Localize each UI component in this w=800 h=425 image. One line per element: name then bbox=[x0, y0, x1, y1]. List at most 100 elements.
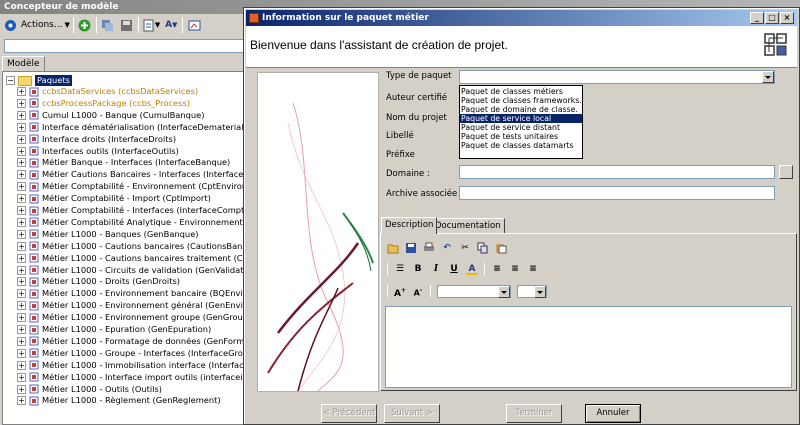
dropdown-option[interactable]: Paquet de classes métiers bbox=[460, 87, 582, 96]
browse-domaine-button[interactable] bbox=[779, 165, 793, 179]
expand-icon[interactable]: + bbox=[17, 313, 26, 323]
tree-item[interactable]: + Métier Comptabilité - Interfaces (Inter… bbox=[17, 205, 249, 216]
actions-menu-button[interactable]: Actions... ▼ bbox=[21, 16, 70, 34]
expand-icon[interactable]: + bbox=[17, 98, 26, 108]
paste-icon[interactable] bbox=[495, 242, 507, 254]
document-icon[interactable]: ▼ bbox=[142, 16, 160, 34]
domaine-input[interactable] bbox=[459, 165, 775, 179]
dropdown-option[interactable]: Paquet de service local bbox=[460, 114, 582, 123]
expand-icon[interactable]: + bbox=[17, 206, 26, 215]
expand-icon[interactable]: + bbox=[17, 348, 26, 358]
expand-icon[interactable]: + bbox=[17, 301, 26, 311]
bold-button[interactable]: B bbox=[412, 263, 424, 275]
tree-item[interactable]: + Métier L1000 - Circuits de validation (… bbox=[17, 265, 249, 276]
dropdown-option[interactable]: Paquet de classes datamarts bbox=[460, 141, 582, 150]
view-icon[interactable] bbox=[186, 16, 202, 34]
expand-icon[interactable]: + bbox=[17, 110, 26, 120]
dropdown-option[interactable]: Paquet de service distant bbox=[460, 123, 582, 132]
chevron-down-icon[interactable] bbox=[534, 285, 546, 298]
expand-icon[interactable]: + bbox=[17, 134, 26, 144]
tree-item[interactable]: + Métier L1000 - Droits (GenDroits) bbox=[17, 276, 180, 287]
tree-item[interactable]: + Métier L1000 - Cautions bancaires (Caut… bbox=[17, 241, 249, 252]
tab-description[interactable]: Description bbox=[381, 217, 438, 234]
tree-item[interactable]: + Interface dématérialisation (InterfaceD… bbox=[17, 122, 249, 133]
expand-icon[interactable]: + bbox=[17, 384, 26, 394]
finish-button[interactable]: Terminer bbox=[506, 404, 562, 423]
bullet-list-icon[interactable]: ☰ bbox=[394, 263, 406, 275]
description-editor[interactable] bbox=[385, 306, 792, 388]
font-size-select[interactable] bbox=[517, 284, 547, 298]
save-icon[interactable] bbox=[119, 16, 135, 34]
tree-item[interactable]: + Métier Banque - Interfaces (InterfaceBa… bbox=[17, 157, 230, 168]
tree-item[interactable]: + Interfaces outils (InterfaceOutils) bbox=[17, 146, 179, 157]
minimize-button[interactable]: _ bbox=[750, 12, 764, 24]
text-format-icon[interactable]: A ▼ bbox=[163, 16, 179, 34]
type-dropdown-list[interactable]: Paquet de classes métiers Paquet de class… bbox=[459, 85, 583, 159]
dropdown-option[interactable]: Paquet de domaine de classe. bbox=[460, 105, 582, 114]
expand-icon[interactable]: + bbox=[17, 372, 26, 382]
align-left-icon[interactable]: ≡ bbox=[491, 263, 503, 275]
chevron-down-icon[interactable] bbox=[498, 285, 510, 298]
tree-item[interactable]: + Cumul L1000 - Banque (CumulBanque) bbox=[17, 110, 204, 121]
dropdown-option[interactable]: Paquet de classes frameworks. bbox=[460, 96, 582, 105]
expand-icon[interactable]: + bbox=[17, 146, 26, 156]
add-icon[interactable] bbox=[77, 16, 93, 34]
tree-item[interactable]: + Métier L1000 - Interface import outils … bbox=[17, 372, 249, 383]
tree-item[interactable]: + Métier L1000 - Environnement groupe (Ge… bbox=[17, 312, 249, 323]
expand-icon[interactable]: + bbox=[17, 241, 26, 251]
align-center-icon[interactable]: ≡ bbox=[509, 263, 521, 275]
tree-item[interactable]: + ccbsDataServices (ccbsDataServices) bbox=[17, 86, 198, 97]
tree-item[interactable]: + Métier L1000 - Immobilisation interface… bbox=[17, 360, 249, 371]
expand-icon[interactable]: + bbox=[17, 289, 26, 299]
tree-item[interactable]: + Métier L1000 - Formatage de données (Ge… bbox=[17, 336, 249, 347]
tree-item[interactable]: + Métier L1000 - Environnement bancaire (… bbox=[17, 288, 249, 299]
expand-icon[interactable]: + bbox=[17, 194, 26, 204]
close-button[interactable]: × bbox=[780, 12, 794, 24]
type-combobox[interactable] bbox=[459, 70, 775, 84]
cancel-button[interactable]: Annuler bbox=[585, 404, 641, 423]
expand-icon[interactable]: + bbox=[17, 229, 26, 239]
tree-item[interactable]: + Métier Cautions Bancaires - Interfaces … bbox=[17, 169, 249, 180]
expand-icon[interactable]: + bbox=[17, 336, 26, 346]
expand-icon[interactable]: + bbox=[17, 253, 26, 263]
open-icon[interactable] bbox=[387, 242, 399, 254]
expand-icon[interactable]: + bbox=[17, 217, 26, 227]
expand-icon[interactable]: + bbox=[17, 87, 26, 96]
tree-item[interactable]: + Métier L1000 - Banques (GenBanque) bbox=[17, 229, 199, 240]
cut-icon[interactable]: ✂ bbox=[459, 242, 471, 254]
grow-font-button[interactable]: A+ bbox=[394, 285, 406, 299]
filter-input[interactable] bbox=[4, 39, 248, 53]
maximize-button[interactable]: □ bbox=[765, 12, 779, 24]
expand-icon[interactable]: + bbox=[17, 158, 26, 168]
previous-button[interactable]: < Précédent bbox=[321, 404, 377, 423]
expand-icon[interactable]: + bbox=[17, 360, 26, 370]
archive-input[interactable] bbox=[459, 186, 775, 200]
undo-icon[interactable]: ↶ bbox=[441, 242, 453, 254]
package-tree[interactable]: − Paquets + ccbsDataServices (ccbsDataSer… bbox=[2, 71, 250, 425]
expand-icon[interactable]: + bbox=[17, 170, 26, 180]
copy-icon[interactable] bbox=[100, 16, 116, 34]
tree-root-row[interactable]: − Paquets bbox=[6, 75, 72, 86]
tab-model[interactable]: Modèle bbox=[2, 56, 45, 71]
next-button[interactable]: Suivant > bbox=[384, 404, 440, 423]
font-color-button[interactable]: A bbox=[466, 263, 478, 275]
expand-icon[interactable]: + bbox=[17, 325, 26, 334]
expand-icon[interactable]: + bbox=[17, 122, 26, 132]
tree-item[interactable]: + Métier L1000 - Epuration (GenEpuration) bbox=[17, 324, 211, 335]
expand-icon[interactable]: + bbox=[17, 265, 26, 275]
tree-item[interactable]: + Métier L1000 - Cautions bancaires trait… bbox=[17, 253, 249, 264]
refresh-icon[interactable] bbox=[2, 16, 18, 34]
tree-item[interactable]: + Métier Comptabilité - Environnement (Cp… bbox=[17, 181, 249, 192]
tree-item[interactable]: + Métier Comptabilité - Import (CptImport… bbox=[17, 193, 211, 204]
tree-item[interactable]: + ccbsProcessPackage (ccbs_Process) bbox=[17, 98, 190, 109]
tab-documentation[interactable]: Documentation bbox=[431, 218, 505, 233]
tree-item[interactable]: + Métier L1000 - Environnement général (G… bbox=[17, 300, 249, 311]
expand-icon[interactable]: + bbox=[17, 396, 26, 406]
tree-item[interactable]: + Métier Comptabilité Analytique - Enviro… bbox=[17, 217, 249, 228]
save-icon[interactable] bbox=[405, 242, 417, 254]
tree-item[interactable]: + Métier L1000 - Outils (Outils) bbox=[17, 384, 162, 395]
shrink-font-button[interactable]: A- bbox=[412, 285, 424, 298]
tree-item[interactable]: + Interface droits (InterfaceDroits) bbox=[17, 134, 176, 145]
dropdown-option[interactable]: Paquet de tests unitaires bbox=[460, 132, 582, 141]
expand-icon[interactable]: + bbox=[17, 277, 26, 287]
